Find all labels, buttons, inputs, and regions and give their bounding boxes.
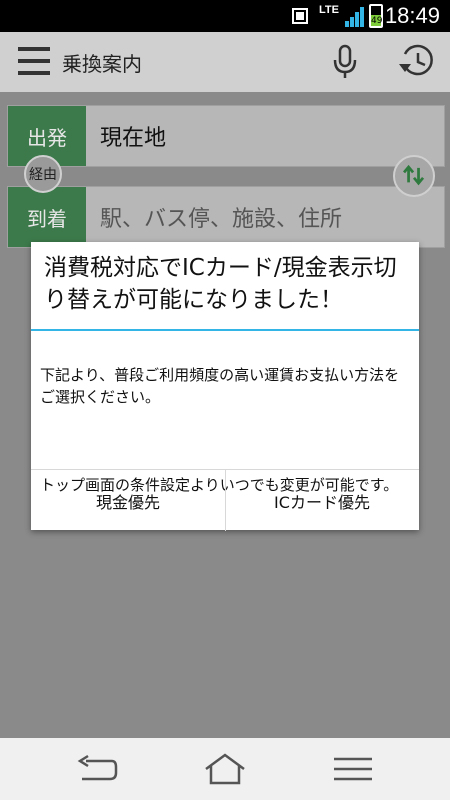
cash-priority-button[interactable]: 現金優先 [31, 470, 226, 531]
signal-icon [345, 7, 364, 27]
dialog-button-bar: 現金優先 ICカード優先 [31, 469, 419, 531]
network-type: LTE [319, 4, 339, 16]
battery-icon: 49 [369, 4, 383, 28]
dialog-title: 消費税対応でICカード/現金表示切り替えが可能になりました！ [44, 255, 397, 313]
app-title: 乗換案内 [62, 52, 142, 76]
history-icon[interactable] [396, 44, 434, 80]
menu-icon[interactable] [18, 45, 50, 77]
sd-card-icon [292, 8, 308, 24]
arrival-tag: 到着 [8, 187, 86, 247]
arrival-input[interactable]: 駅、バス停、施設、住所 [100, 201, 342, 233]
home-icon[interactable] [202, 753, 248, 785]
via-button[interactable]: 経由 [24, 155, 62, 193]
swap-button[interactable] [393, 155, 435, 197]
dialog-body-text-1: 下記より、普段ご利用頻度の高い運賃お支払い方法をご選択ください。 [40, 366, 400, 406]
microphone-icon[interactable] [331, 44, 359, 80]
swap-icon [403, 164, 425, 186]
info-dialog: 消費税対応でICカード/現金表示切り替えが可能になりました！ 下記より、普段ご利… [31, 242, 419, 531]
clock: 18:49 [384, 3, 440, 28]
battery-level: 49 [371, 15, 383, 26]
status-bar: LTE 49 18:49 [0, 0, 450, 32]
recent-apps-icon[interactable] [330, 753, 376, 785]
navigation-bar [0, 738, 450, 800]
back-icon[interactable] [74, 753, 120, 785]
ic-card-priority-button[interactable]: ICカード優先 [225, 470, 419, 531]
departure-value[interactable]: 現在地 [100, 120, 166, 152]
dialog-divider [31, 329, 419, 331]
